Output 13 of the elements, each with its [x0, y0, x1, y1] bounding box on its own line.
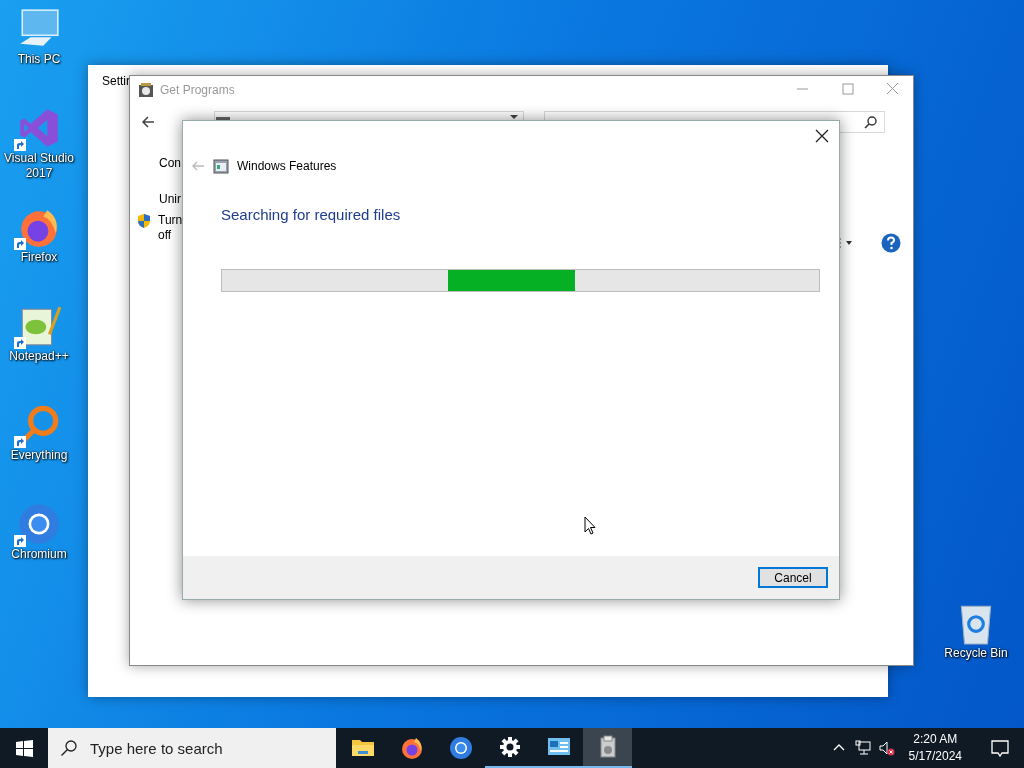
sidebar-link[interactable]: Unir — [159, 192, 181, 206]
taskbar-search-field[interactable]: Type here to search — [48, 728, 336, 768]
status-heading: Searching for required files — [221, 206, 402, 223]
sidebar-link[interactable]: Con — [159, 156, 181, 170]
desktop-icon-label[interactable]: Everything — [0, 448, 78, 463]
cancel-button[interactable]: Cancel — [758, 567, 828, 588]
clock[interactable]: 2:20 AM 5/17/2024 — [908, 731, 962, 765]
desktop-icon-label[interactable]: Chromium — [0, 547, 78, 562]
window-title: Settir — [102, 74, 130, 88]
desktop-icon-label[interactable]: Recycle Bin — [937, 646, 1015, 661]
sidebar-link[interactable]: Turn off — [158, 213, 183, 243]
window-title: Get Programs — [160, 83, 235, 97]
dialog-title: Windows Features — [237, 159, 337, 173]
